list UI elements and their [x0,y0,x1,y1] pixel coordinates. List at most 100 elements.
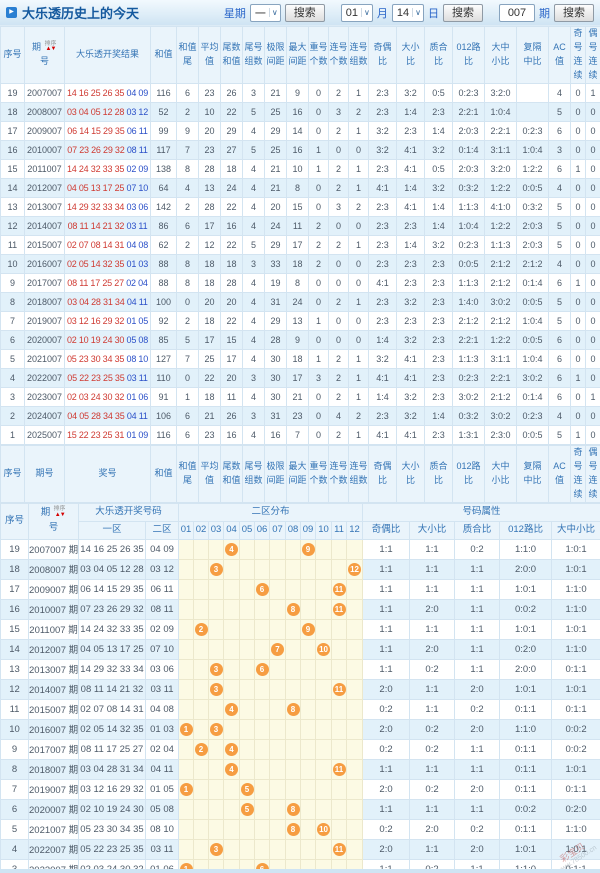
issue-label: 期 [539,7,550,20]
cell-stat: 1:4 [424,405,453,426]
cell-distribution [346,818,364,840]
cell-stat: 0 [570,253,586,274]
cell-stat: 0:3:2 [452,405,485,426]
cell-distribution [254,758,271,780]
cell-distribution: 4 [223,738,241,760]
cell-distribution: 9 [300,618,317,640]
cell-stat: 1 [308,158,329,179]
cell-distribution: 8 [285,698,302,720]
cell-zone1-numbers: 04 05 13 17 25 [78,638,146,660]
cell-stat: 0:1:4 [516,386,549,407]
cell-stat: 5 [548,196,571,217]
cell-zone2-numbers: 04 11 [144,758,180,780]
cell-distribution [208,638,225,660]
cell-attr: 1:1 [362,638,411,660]
cell-distribution [346,538,364,560]
cell-attr: 1:1 [362,798,411,820]
cell-distribution [269,718,287,740]
cell-stat: 0:0:5 [516,177,549,198]
number-ball: 4 [225,542,239,556]
cell-stat: 4 [176,177,199,198]
cell-stat: 28 [220,272,243,293]
cell-stat: 10 [286,158,309,179]
cell-stat: 23 [198,82,221,103]
front-numbers: 02 10 19 24 30 [66,334,125,345]
week-select-value: 一 [254,7,266,20]
cell-attr: 1:0:1 [551,758,600,780]
cell-zone2-numbers: 08 10 [144,818,180,840]
issue-input[interactable] [499,3,535,22]
cell-stat: 0 [570,101,586,122]
sort-arrows-icon: ▲▼ [45,46,57,53]
cell-distribution [346,578,364,600]
cell-stat: 1 [348,82,369,103]
cell-stat: 6 [548,120,571,141]
cell-stat: 24 [220,177,243,198]
cell-stat: 28 [198,196,221,217]
cell-distribution [254,838,271,860]
t1-column-header: 012路 比 [452,26,485,84]
cell-distribution [193,538,210,560]
cell-distribution [300,778,317,800]
cell-issue: 2015007 [24,234,65,255]
cell-stat: 106 [150,405,177,426]
t2-dist-col-header: 04 [223,520,241,540]
cell-distribution [300,758,317,780]
header-row: 一区 二区 01 02 03 04 05 06 07 08 09 10 11 12 奇偶比 大小比 质合比 012… [1,520,600,540]
cell-distribution: 8 [285,798,302,820]
cell-attr: 0:2 [409,718,456,740]
cell-stat: 0 [308,196,329,217]
t2-dist-col-header: 10 [315,520,333,540]
cell-stat: 5 [242,139,265,160]
cell-distribution [208,778,225,800]
cell-attr: 0:2 [454,538,501,560]
cell-stat: 1 [348,234,369,255]
cell-stat [516,82,549,103]
cell-distribution [315,838,333,860]
cell-stat: 0 [585,234,600,255]
cell-distribution: 5 [239,798,256,820]
cell-stat: 0 [585,215,600,236]
cell-stat: 1 [308,139,329,160]
cell-seq: 8 [0,291,25,312]
week-search-button[interactable]: 搜索 [284,3,325,22]
back-numbers: 05 08 [126,334,149,345]
cell-distribution [300,678,317,700]
sort-control[interactable]: 排序 ▲▼ [44,41,57,53]
cell-distribution [178,578,195,600]
table-row: 17 2009007 06 14 15 29 35 06 11 99 9 20 29 4 29 1… [0,120,600,141]
week-select[interactable]: 一 ∨ [249,3,281,22]
cell-stat: 2 [176,196,199,217]
cell-attr: 0:1:1 [551,698,600,720]
cell-attr: 0:1:1 [499,778,553,800]
cell-issue: 2021007 期 [28,818,79,840]
cell-distribution [193,698,210,720]
cell-attr: 2:0 [362,838,411,860]
cell-stat: 2:3 [368,253,397,274]
cell-stat: 2 [328,424,349,445]
t2-seq-header: 序号 [0,502,29,540]
date-search-button[interactable]: 搜索 [443,3,483,22]
cell-stat: 5 [548,234,571,255]
cell-stat: 4:1 [396,367,425,388]
t1-column-header: 尾号 组数 [242,26,265,84]
day-select[interactable]: 14 ∨ [391,3,424,22]
cell-distribution [223,818,241,840]
cell-stat: 5 [176,329,199,350]
cell-attr: 1:1:0 [551,638,600,660]
chevron-down-icon: ∨ [412,8,421,17]
month-select[interactable]: 01 ∨ [340,3,373,22]
t2-issue-header: 期排序 ▲▼ 号 [28,502,79,540]
issue-search-button[interactable]: 搜索 [554,3,594,22]
front-numbers: 06 14 15 29 35 [67,125,125,136]
cell-stat: 127 [150,348,177,369]
cell-zone1-numbers: 08 11 14 21 32 [78,678,146,700]
cell-distribution [223,638,241,660]
cell-stat: 0 [585,101,600,122]
cell-distribution [254,738,271,760]
cell-attr: 1:0:1 [551,558,600,580]
cell-distribution [285,578,302,600]
cell-attr: 0:2 [362,818,411,840]
cell-seq: 9 [0,738,29,760]
sort-control[interactable]: 排序 ▲▼ [53,506,66,518]
